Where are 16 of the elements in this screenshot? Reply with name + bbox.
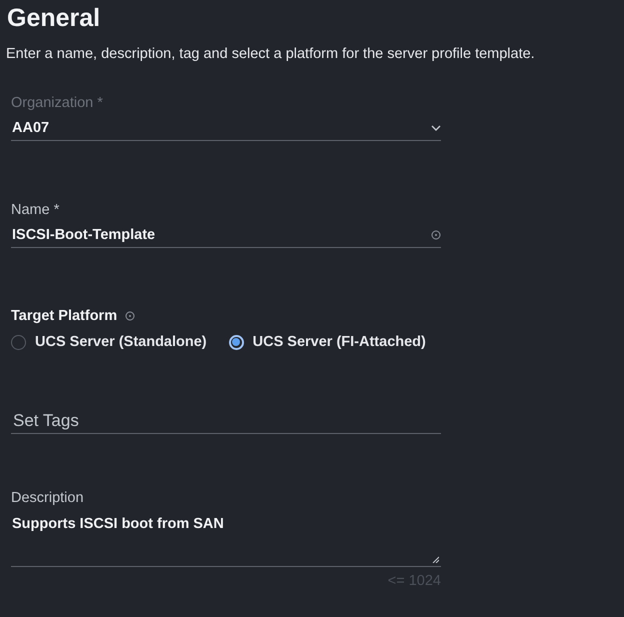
page-description: Enter a name, description, tag and select a platform for the server profile template. xyxy=(6,46,536,62)
description-textarea[interactable]: Supports ISCSI boot from SAN xyxy=(11,512,441,566)
name-input[interactable]: ISCSI-Boot-Template xyxy=(11,227,431,243)
description-label: Description xyxy=(11,490,85,506)
page-title: General xyxy=(7,3,102,33)
info-icon[interactable] xyxy=(125,311,136,321)
platform-radio-option[interactable]: UCS Server (Standalone) xyxy=(11,334,207,350)
platform-radio-option[interactable]: UCS Server (FI-Attached) xyxy=(228,334,426,350)
target-platform-label: Target Platform xyxy=(11,308,118,324)
name-label: Name * xyxy=(11,202,60,218)
resize-handle-icon[interactable] xyxy=(432,556,439,563)
tags-input[interactable]: Set Tags xyxy=(11,410,441,434)
organization-dropdown[interactable]: AA07 xyxy=(11,116,441,141)
chevron-down-icon xyxy=(431,125,441,131)
info-icon[interactable] xyxy=(431,230,441,240)
organization-label: Organization * xyxy=(11,95,104,111)
